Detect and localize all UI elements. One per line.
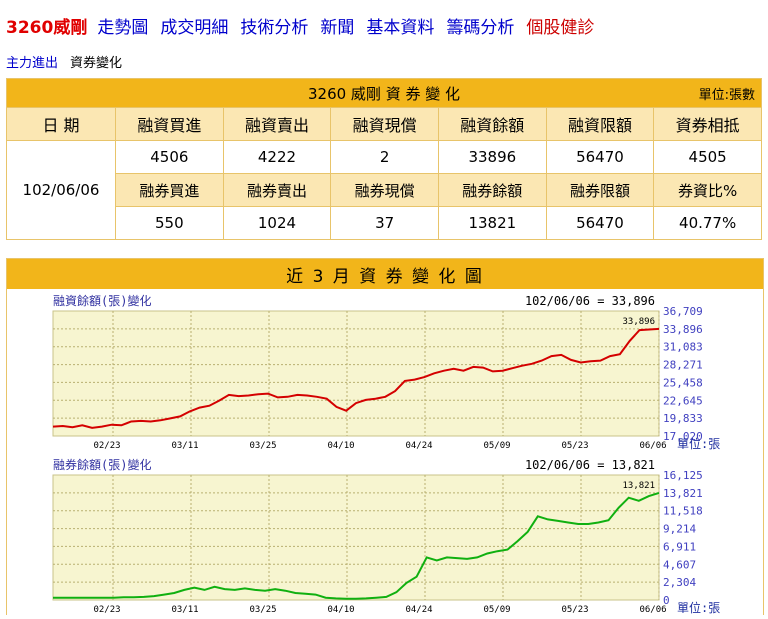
chart-section: 近 3 月 資 券 變 化 圖 融資餘額(張)變化 102/06/06 = 33,… <box>6 258 764 615</box>
x-tick-label: 03/25 <box>249 441 276 451</box>
nav-trend[interactable]: 走勢圖 <box>97 13 148 38</box>
unit-label: 單位:張 <box>677 436 720 451</box>
col-header: 融資限額 <box>545 107 655 141</box>
table-cell: 1024 <box>222 206 332 240</box>
y-tick-label: 31,083 <box>663 341 703 354</box>
y-tick-label: 28,271 <box>663 359 703 372</box>
y-tick-label: 36,709 <box>663 305 703 318</box>
table-cell: 4505 <box>653 140 762 174</box>
col-header: 融資賣出 <box>222 107 332 141</box>
table-title: 3260 威剛 資 券 變 化 <box>307 84 460 103</box>
table-unit: 單位:張數 <box>698 88 755 103</box>
chart-summary: 102/06/06 = 13,821 <box>525 458 655 472</box>
x-tick-label: 06/06 <box>639 441 666 451</box>
table-cell: 4506 <box>115 140 224 174</box>
table-cell: 2 <box>330 140 439 174</box>
table-header: 3260 威剛 資 券 變 化 單位:張數 <box>6 78 762 108</box>
table-cell: 37 <box>330 206 439 240</box>
table-cell: 33896 <box>437 140 547 174</box>
charts-svg: 融資餘額(張)變化 102/06/06 = 33,896 36,709 33,896 3… <box>52 293 720 615</box>
col-header: 融資餘額 <box>437 107 547 141</box>
subnav-margin-change[interactable]: 資券變化 <box>70 52 122 71</box>
y-tick-label: 16,125 <box>663 469 703 482</box>
x-tick-label: 02/23 <box>93 441 120 451</box>
table-cell: 40.77% <box>653 206 762 240</box>
col-header: 券資比% <box>653 173 762 207</box>
date-cell: 102/06/06 <box>6 140 116 240</box>
x-tick-label: 04/10 <box>327 441 354 451</box>
table-cell: 56470 <box>545 206 655 240</box>
y-tick-label: 2,304 <box>663 576 696 589</box>
nav-news[interactable]: 新聞 <box>320 13 354 38</box>
x-tick-label: 05/23 <box>561 441 588 451</box>
nav-technical[interactable]: 技術分析 <box>240 13 308 38</box>
unit-label: 單位:張 <box>677 600 720 615</box>
x-tick-label: 05/09 <box>483 441 510 451</box>
y-tick-label: 11,518 <box>663 505 703 518</box>
chart-title: 融資餘額(張)變化 <box>53 293 151 308</box>
y-tick-label: 22,645 <box>663 394 703 407</box>
col-header: 資券相抵 <box>653 107 762 141</box>
col-header: 融券賣出 <box>222 173 332 207</box>
table-cell: 4222 <box>222 140 332 174</box>
col-header: 融資現償 <box>330 107 439 141</box>
col-header: 融券買進 <box>115 173 224 207</box>
margin-table: 3260 威剛 資 券 變 化 單位:張數 日 期 融資買進 融資賣出 融資現償… <box>6 78 762 240</box>
nav-trades[interactable]: 成交明細 <box>160 13 228 38</box>
chart-summary: 102/06/06 = 33,896 <box>525 294 655 308</box>
y-tick-label: 33,896 <box>663 323 703 336</box>
stock-name: 3260威剛 <box>6 17 88 38</box>
date-header: 日 期 <box>6 107 116 141</box>
top-nav: 3260威剛 走勢圖 成交明細 技術分析 新聞 基本資料 籌碼分析 個股健診 <box>0 10 606 40</box>
table-cell: 550 <box>115 206 224 240</box>
plot-area <box>52 474 660 601</box>
x-tick-label: 04/24 <box>405 441 432 451</box>
y-tick-label: 9,214 <box>663 523 696 536</box>
y-tick-label: 25,458 <box>663 376 703 389</box>
nav-basic-info[interactable]: 基本資料 <box>366 13 434 38</box>
end-value-label: 13,821 <box>622 481 655 491</box>
sub-nav: 主力進出 資券變化 <box>6 52 122 71</box>
table-cell: 56470 <box>545 140 655 174</box>
col-header: 融資買進 <box>115 107 224 141</box>
col-header: 融券限額 <box>545 173 655 207</box>
chart-title: 融券餘額(張)變化 <box>53 457 151 472</box>
table-cell: 13821 <box>437 206 547 240</box>
subnav-main-force[interactable]: 主力進出 <box>6 52 58 71</box>
y-tick-label: 19,833 <box>663 412 703 425</box>
end-value-label: 33,896 <box>622 317 655 327</box>
y-tick-label: 6,911 <box>663 540 696 553</box>
chart-section-title: 近 3 月 資 券 變 化 圖 <box>7 259 763 289</box>
nav-health-check[interactable]: 個股健診 <box>526 13 594 38</box>
y-tick-label: 13,821 <box>663 487 703 500</box>
col-header: 融券現償 <box>330 173 439 207</box>
col-header: 融券餘額 <box>437 173 547 207</box>
y-tick-label: 4,607 <box>663 558 696 571</box>
nav-chips[interactable]: 籌碼分析 <box>446 13 514 38</box>
plot-area <box>52 310 660 437</box>
x-tick-label: 03/11 <box>171 441 198 451</box>
